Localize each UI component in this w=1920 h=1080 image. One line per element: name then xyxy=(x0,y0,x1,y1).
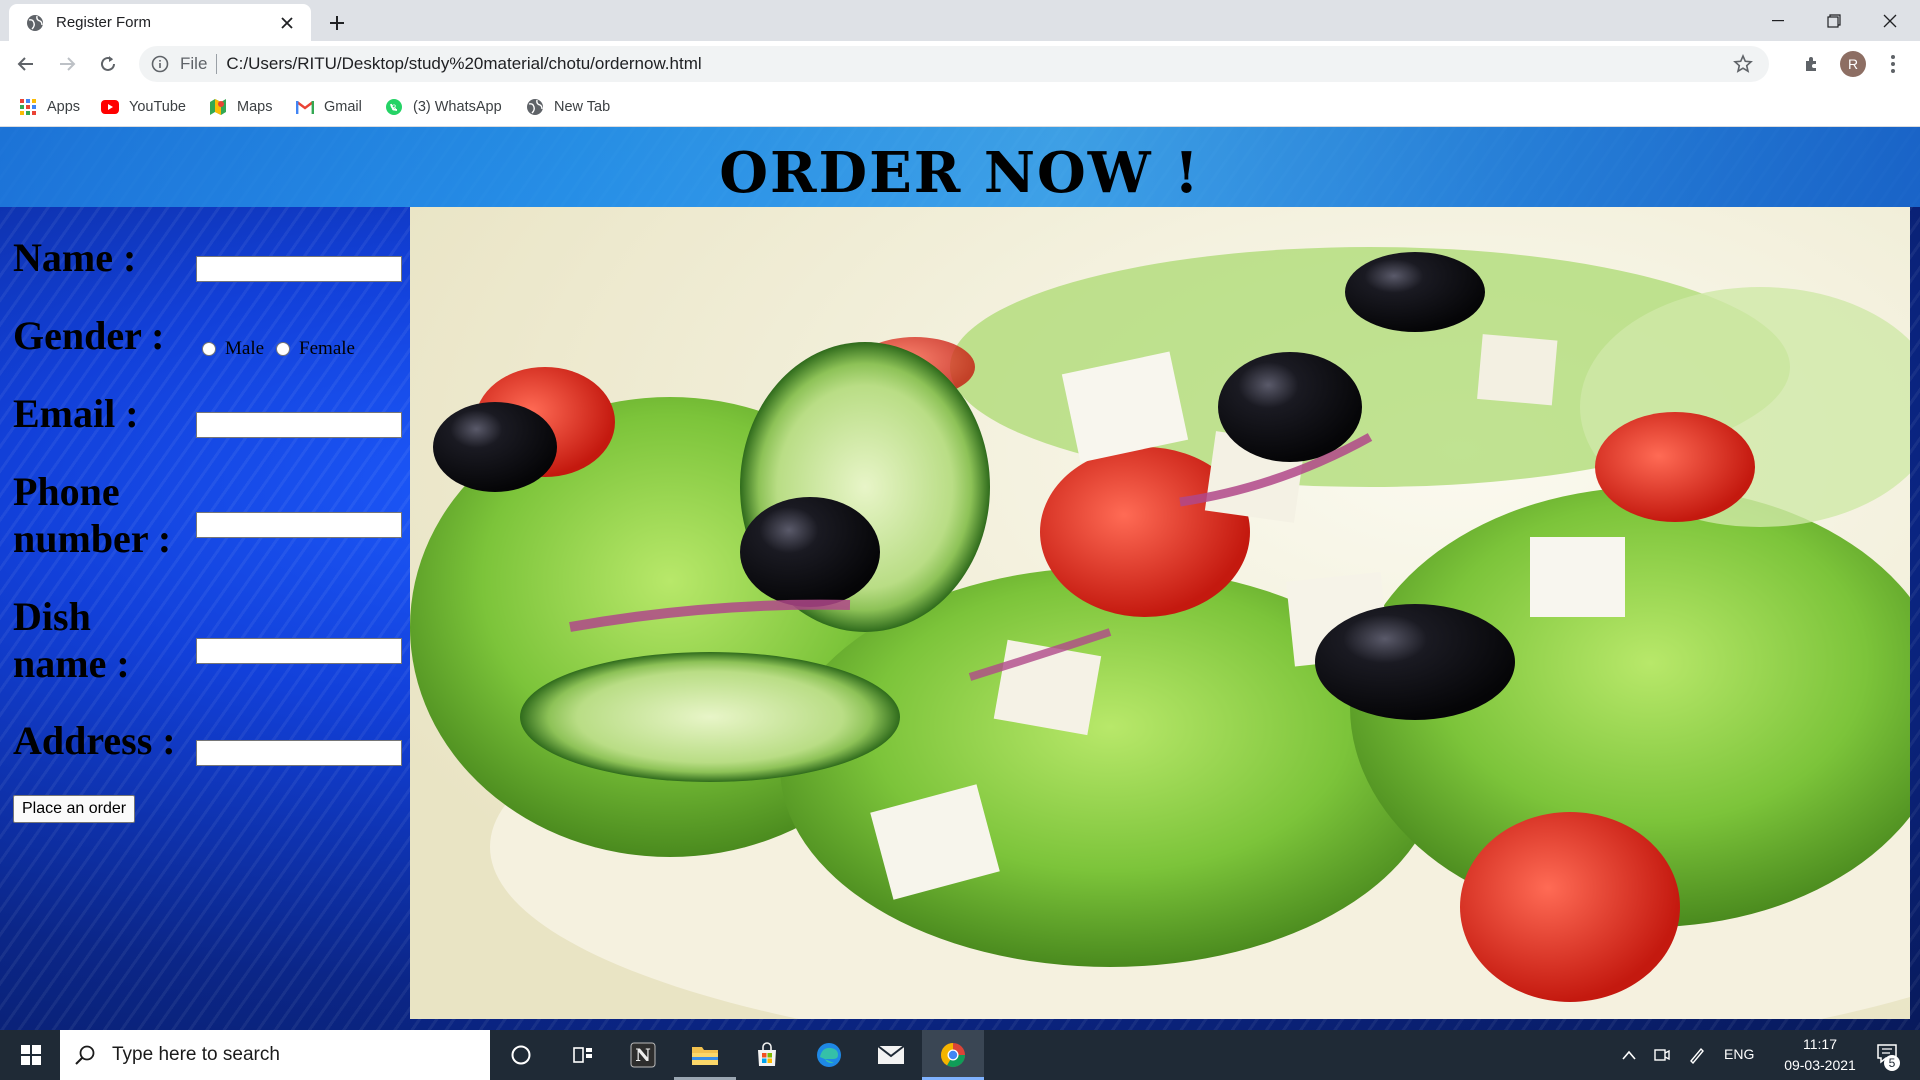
chevron-up-icon[interactable] xyxy=(1614,1030,1644,1080)
browser-toolbar: File C:/Users/RITU/Desktop/study%20mater… xyxy=(0,41,1920,87)
bookmark-label: (3) WhatsApp xyxy=(413,99,502,115)
microsoft-store-icon[interactable] xyxy=(736,1030,798,1080)
dish-label-line1: Dish xyxy=(13,594,91,639)
page-title: ORDER NOW ! xyxy=(719,140,1201,206)
gender-female-radio[interactable] xyxy=(276,342,291,356)
clock-time[interactable]: 11:17 xyxy=(1790,1036,1850,1052)
order-page: ORDER NOW ! Name : Gender : Male Female … xyxy=(0,127,1920,1030)
place-order-button[interactable]: Place an order xyxy=(13,795,136,823)
task-view-icon[interactable] xyxy=(552,1030,614,1080)
divider xyxy=(216,54,218,74)
windows-start-icon[interactable] xyxy=(0,1030,62,1080)
close-window-icon[interactable] xyxy=(1862,0,1918,41)
email-label: Email : xyxy=(13,391,139,436)
bookmark-label: Apps xyxy=(47,99,81,115)
taskbar-search-box[interactable]: Type here to search xyxy=(60,1030,490,1080)
gender-label: Gender : xyxy=(13,313,165,358)
name-label: Name : xyxy=(13,235,137,280)
url-scheme-label: File xyxy=(180,54,208,73)
bookmark-label: YouTube xyxy=(129,99,186,115)
tab-title: Register Form xyxy=(56,14,152,31)
svg-text:N: N xyxy=(635,1046,651,1066)
windows-taskbar: Type here to search N ENG 11:17 09-03-20… xyxy=(0,1030,1920,1080)
bookmark-star-icon[interactable] xyxy=(1729,50,1757,78)
bookmark-youtube[interactable]: YouTube xyxy=(101,96,186,118)
language-indicator[interactable]: ENG xyxy=(1724,1046,1754,1062)
youtube-icon xyxy=(101,98,119,116)
browser-tab-active[interactable]: Register Form xyxy=(9,4,311,41)
minimize-icon[interactable] xyxy=(1750,0,1806,41)
mail-icon[interactable] xyxy=(860,1030,922,1080)
phone-label-line2: number : xyxy=(13,516,172,561)
edge-browser-icon[interactable] xyxy=(798,1030,860,1080)
bookmark-apps[interactable]: Apps xyxy=(19,96,80,118)
gender-male-label: Male xyxy=(225,338,265,359)
whatsapp-icon: 3 xyxy=(385,98,403,116)
gender-male-radio[interactable] xyxy=(202,342,216,356)
phone-label: Phone number : xyxy=(13,468,171,562)
forward-arrow-icon[interactable] xyxy=(53,50,81,78)
reload-icon[interactable] xyxy=(94,50,122,78)
meet-now-icon[interactable] xyxy=(1647,1030,1677,1080)
globe-icon xyxy=(526,98,544,116)
file-explorer-icon[interactable] xyxy=(674,1030,736,1080)
close-tab-icon[interactable] xyxy=(275,11,299,35)
search-icon xyxy=(74,1044,96,1066)
email-input[interactable] xyxy=(196,412,402,438)
bookmark-label: Maps xyxy=(237,99,273,115)
dish-name-label: Dish name : xyxy=(13,593,130,687)
globe-icon xyxy=(26,14,44,32)
bookmark-gmail[interactable]: Gmail xyxy=(296,96,362,118)
phone-label-line1: Phone xyxy=(13,469,120,514)
clock-date[interactable]: 09-03-2021 xyxy=(1766,1057,1874,1073)
search-placeholder: Type here to search xyxy=(112,1044,280,1065)
gender-radio-group: Male Female xyxy=(202,338,367,360)
pen-workspace-icon[interactable] xyxy=(1682,1030,1712,1080)
bookmark-label: New Tab xyxy=(554,99,611,115)
address-input[interactable] xyxy=(196,740,402,766)
bookmark-new-tab[interactable]: New Tab xyxy=(526,96,610,118)
svg-text:3: 3 xyxy=(392,104,397,113)
apps-grid-icon xyxy=(19,98,37,116)
profile-avatar[interactable]: R xyxy=(1839,50,1867,78)
chrome-taskbar-icon[interactable] xyxy=(922,1030,984,1080)
notion-app-icon[interactable]: N xyxy=(612,1030,674,1080)
dish-label-line2: name : xyxy=(13,641,130,686)
cortana-circle-icon[interactable] xyxy=(490,1030,552,1080)
dish-name-input[interactable] xyxy=(196,638,402,664)
maps-icon xyxy=(209,98,227,116)
salad-photo xyxy=(410,207,1910,1019)
address-label: Address : xyxy=(13,718,176,763)
address-bar[interactable]: File C:/Users/RITU/Desktop/study%20mater… xyxy=(139,46,1769,82)
gender-female-label: Female xyxy=(299,338,355,359)
new-tab-button[interactable] xyxy=(323,9,351,37)
phone-input[interactable] xyxy=(196,512,402,538)
back-arrow-icon[interactable] xyxy=(12,50,40,78)
bookmark-whatsapp[interactable]: 3 (3) WhatsApp xyxy=(385,96,502,118)
name-input[interactable] xyxy=(196,256,402,282)
notification-count-badge: 5 xyxy=(1884,1055,1900,1071)
kebab-menu-icon[interactable] xyxy=(1879,50,1907,78)
restore-icon[interactable] xyxy=(1806,0,1862,41)
info-icon[interactable] xyxy=(150,54,170,74)
extensions-puzzle-icon[interactable] xyxy=(1798,50,1826,78)
tab-strip: Register Form xyxy=(0,0,1920,41)
avatar: R xyxy=(1840,51,1866,77)
gmail-icon xyxy=(296,98,314,116)
bookmark-maps[interactable]: Maps xyxy=(209,96,272,118)
bookmark-label: Gmail xyxy=(324,99,362,115)
bookmarks-bar: Apps YouTube Maps Gmail 3 (3) WhatsApp N… xyxy=(0,87,1920,127)
url-text[interactable]: C:/Users/RITU/Desktop/study%20material/c… xyxy=(226,54,1729,74)
